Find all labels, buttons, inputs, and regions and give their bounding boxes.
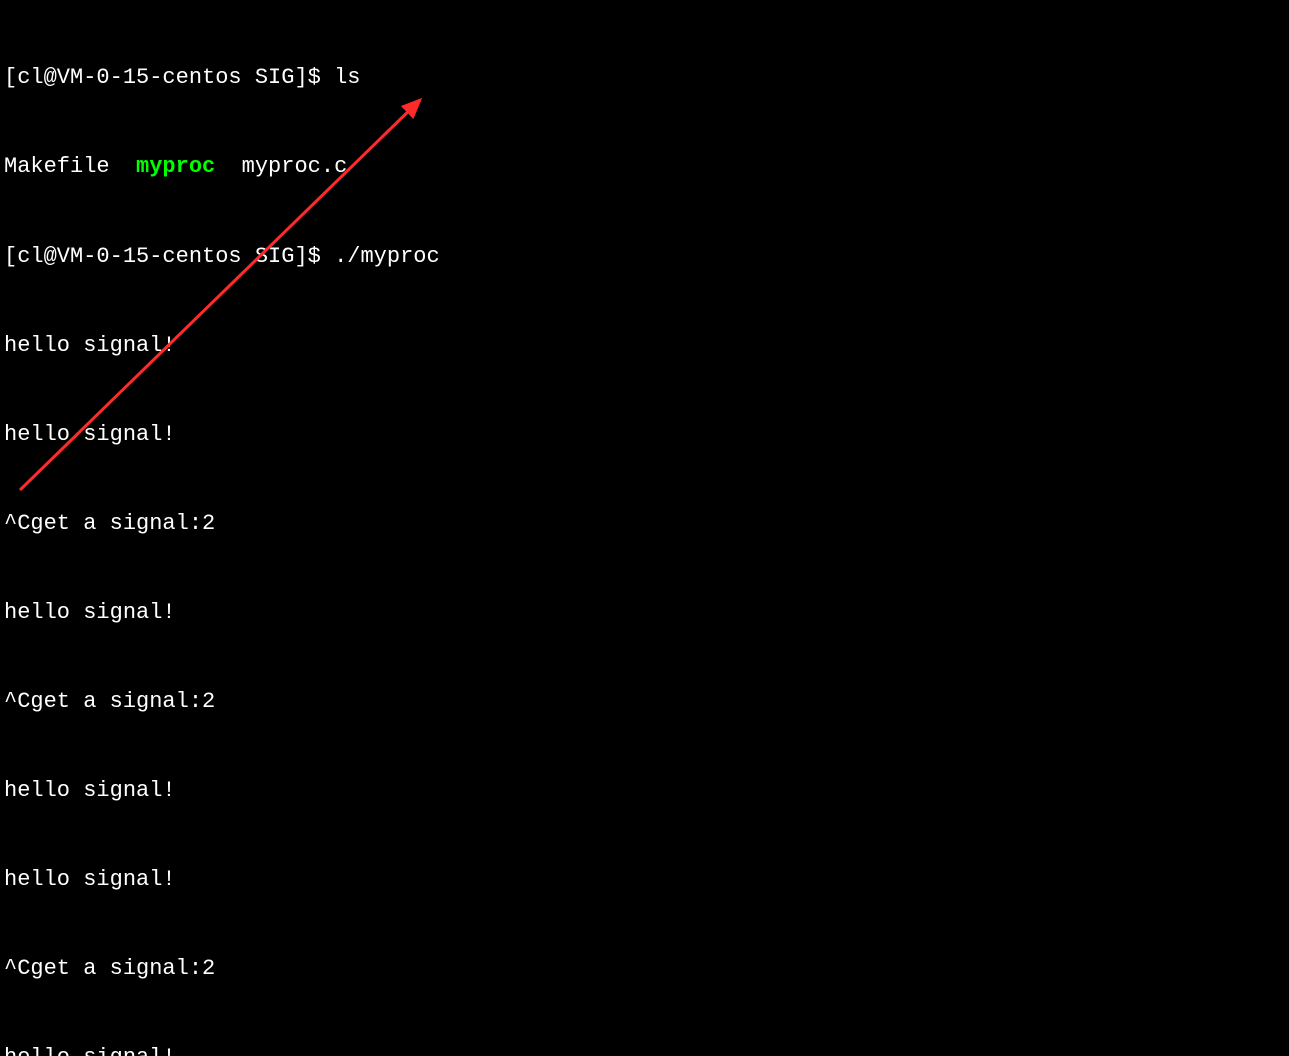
file-myproc-c: myproc.c [215, 154, 347, 179]
file-makefile: Makefile [4, 154, 136, 179]
output-line: ^Cget a signal:2 [4, 509, 1285, 539]
file-myproc-executable: myproc [136, 154, 215, 179]
output-line: ^Cget a signal:2 [4, 687, 1285, 717]
command-text: ./myproc [334, 244, 440, 269]
output-line: hello signal! [4, 598, 1285, 628]
prompt-text: [cl@VM-0-15-centos SIG]$ [4, 65, 334, 90]
output-line: hello signal! [4, 776, 1285, 806]
output-line: hello signal! [4, 420, 1285, 450]
command-text: ls [334, 65, 360, 90]
prompt-line-2: [cl@VM-0-15-centos SIG]$ ./myproc [4, 242, 1285, 272]
ls-output-line: Makefile myproc myproc.c [4, 152, 1285, 182]
prompt-line-1: [cl@VM-0-15-centos SIG]$ ls [4, 63, 1285, 93]
output-line: ^Cget a signal:2 [4, 954, 1285, 984]
output-line: hello signal! [4, 331, 1285, 361]
output-line: hello signal! [4, 865, 1285, 895]
terminal-window[interactable]: [cl@VM-0-15-centos SIG]$ ls Makefile myp… [0, 0, 1289, 1056]
prompt-text: [cl@VM-0-15-centos SIG]$ [4, 244, 334, 269]
output-line: hello signal! [4, 1043, 1285, 1056]
